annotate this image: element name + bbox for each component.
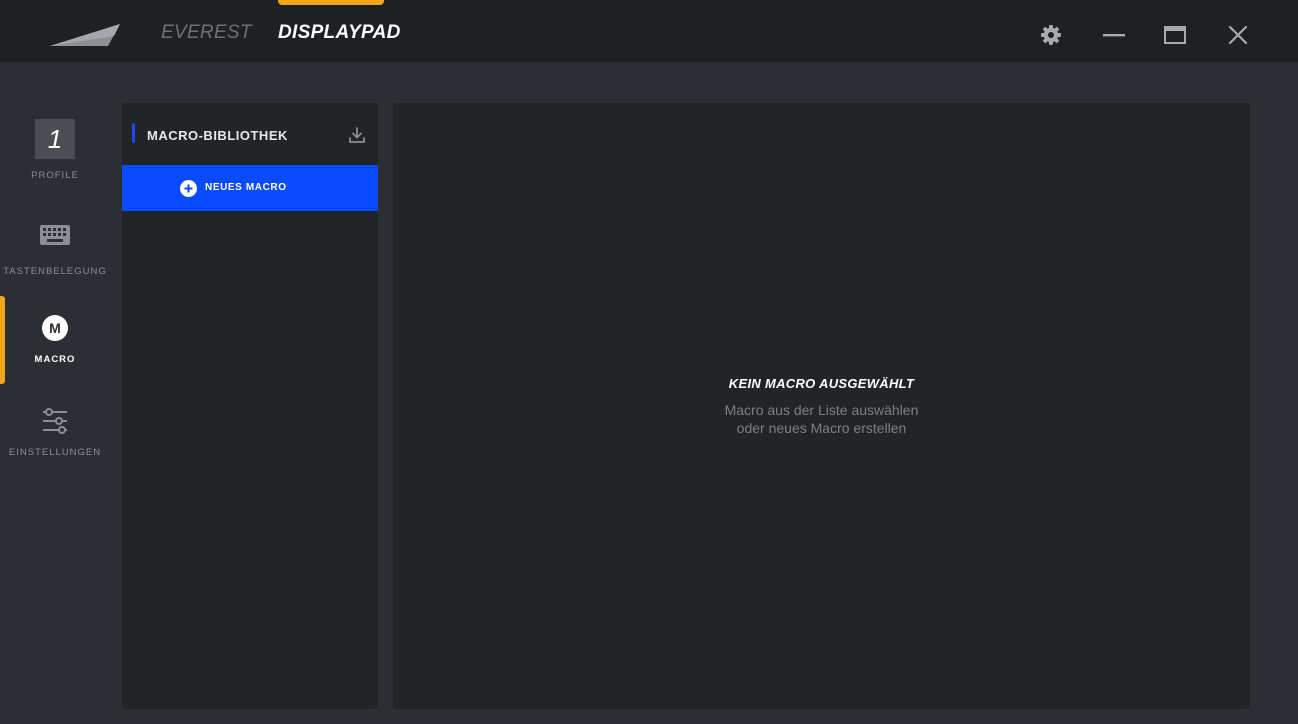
sidebar-item-profile[interactable]: 1 PROFILE xyxy=(0,62,110,181)
empty-state-line-1: Macro aus der Liste auswählen xyxy=(724,402,919,418)
empty-state-title: KEIN MACRO AUSGEWÄHLT xyxy=(728,376,915,391)
empty-state-line-2: oder neues Macro erstellen xyxy=(736,420,907,436)
minimize-icon[interactable] xyxy=(1101,22,1127,48)
sidebar-item-tastenbelegung[interactable]: TASTENBELEGUNG xyxy=(0,208,110,296)
macro-detail-panel: KEIN MACRO AUSGEWÄHLT Macro aus der List… xyxy=(393,103,1250,709)
library-title-accent xyxy=(132,123,135,143)
sidebar-item-label: MACRO xyxy=(34,354,76,365)
download-icon[interactable] xyxy=(348,126,366,144)
sidebar-item-label: EINSTELLUNGEN xyxy=(8,447,102,458)
close-icon[interactable] xyxy=(1225,22,1251,48)
sidebar-item-label: TASTENBELEGUNG xyxy=(3,266,107,277)
svg-text:M: M xyxy=(49,320,61,336)
new-macro-label: NEUES MACRO xyxy=(205,182,287,193)
sidebar: 1 PROFILE TASTENBELEGUNG M MACRO EINSTEL… xyxy=(0,62,110,724)
profile-number: 1 xyxy=(35,119,75,159)
macro-icon: M xyxy=(42,315,68,341)
tab-displaypad[interactable]: DISPLAYPAD xyxy=(278,20,401,46)
active-tab-indicator xyxy=(278,0,384,5)
brand-logo xyxy=(50,24,120,46)
title-bar: EVEREST DISPLAYPAD xyxy=(0,0,1298,62)
sidebar-item-einstellungen[interactable]: EINSTELLUNGEN xyxy=(0,389,110,477)
macro-library-panel: MACRO-BIBLIOTHEK NEUES MACRO xyxy=(122,103,378,709)
sidebar-item-label: PROFILE xyxy=(31,170,79,181)
library-title: MACRO-BIBLIOTHEK xyxy=(147,128,288,143)
maximize-icon[interactable] xyxy=(1162,22,1188,48)
tab-everest[interactable]: EVEREST xyxy=(161,20,252,46)
settings-icon[interactable] xyxy=(1038,22,1064,48)
sidebar-item-macro[interactable]: M MACRO xyxy=(0,296,110,384)
new-macro-button[interactable]: NEUES MACRO xyxy=(122,165,378,211)
sliders-icon xyxy=(43,408,67,434)
keyboard-icon xyxy=(40,225,70,245)
plus-circle-icon xyxy=(180,180,197,197)
